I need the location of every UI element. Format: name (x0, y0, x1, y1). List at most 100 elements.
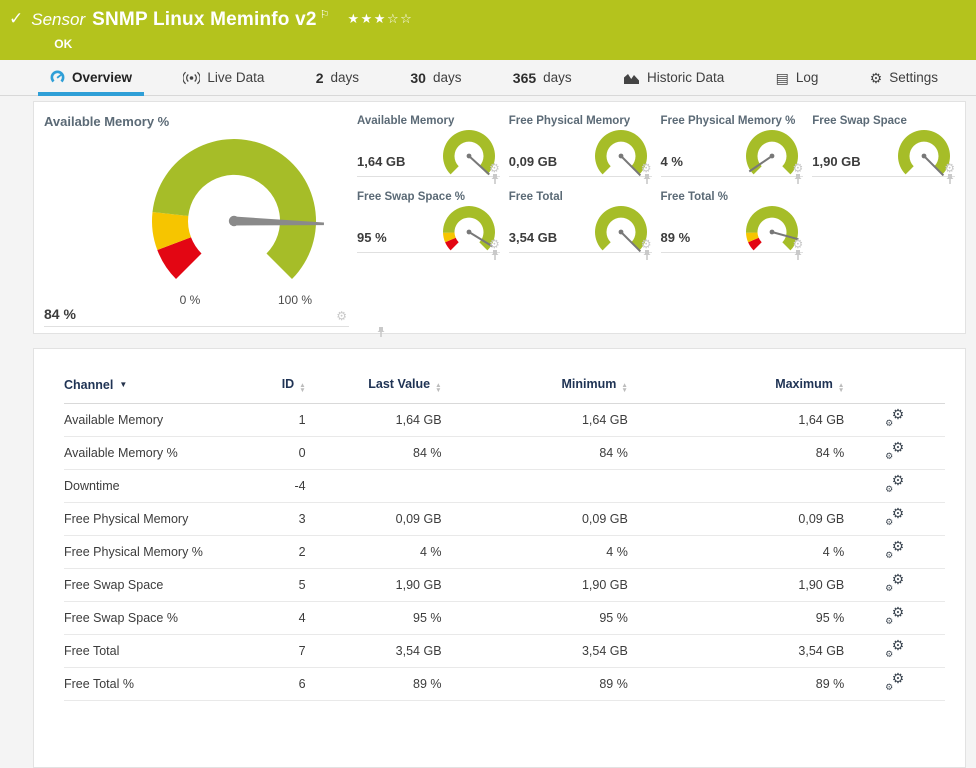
tab-label: Overview (72, 70, 133, 85)
cell-channel: Free Physical Memory (64, 502, 236, 536)
channel-settings-icon[interactable]: ⚙ ⚙ (885, 473, 904, 494)
cell-id: 6 (235, 667, 306, 701)
table-row[interactable]: Free Total 7 3,54 GB 3,54 GB 3,54 GB ⚙ ⚙ (64, 634, 945, 668)
column-label: ID (281, 377, 295, 391)
sort-arrows-icon[interactable]: ▲ ▼ (435, 382, 441, 394)
pin-icon[interactable] (376, 326, 386, 338)
column-header-last-value[interactable]: Last Value ▲ ▼ (305, 373, 442, 404)
gauge-segment-green (594, 206, 647, 251)
cell-maximum: 89 % (627, 667, 845, 701)
main-gauge-value: 84 % (44, 306, 76, 322)
pin-icon[interactable] (490, 249, 500, 261)
pin-icon[interactable] (642, 249, 652, 261)
channel-settings-icon[interactable]: ⚙ ⚙ (885, 407, 904, 428)
channel-settings-icon[interactable]: ⚙ ⚙ (885, 638, 904, 659)
tab-historic-data[interactable]: Historic Data (621, 60, 726, 95)
cell-minimum: 95 % (441, 601, 628, 635)
tab-365-days[interactable]: 365 days (511, 60, 574, 95)
pin-icon[interactable] (945, 173, 955, 185)
gauge-needle-hub (769, 229, 775, 235)
sort-caret-icon[interactable]: ▼ (119, 380, 127, 389)
channel-settings-icon[interactable]: ⚙ ⚙ (885, 572, 904, 593)
column-header-channel[interactable]: Channel ▼ (64, 373, 236, 404)
gauge-cell-free-total[interactable]: Free Total 3,54 GB ⚙ (508, 191, 652, 260)
table-row[interactable]: Free Swap Space 5 1,90 GB 1,90 GB 1,90 GB ⚙ ⚙ (64, 568, 945, 602)
gauge-value: 0,09 GB (508, 154, 558, 169)
cell-last-value: 4 % (305, 535, 442, 569)
channel-settings-icon[interactable]: ⚙ ⚙ (885, 440, 904, 461)
cell-maximum: 0,09 GB (627, 502, 845, 536)
table-row[interactable]: Downtime -4 ⚙ ⚙ (64, 469, 945, 503)
gauge-value: 1,90 GB (812, 154, 861, 169)
channel-settings-icon[interactable]: ⚙ ⚙ (885, 605, 904, 626)
table-row[interactable]: Available Memory % 0 84 % 84 % 84 % ⚙ ⚙ (64, 436, 945, 470)
tab-live-data[interactable]: Live Data (181, 60, 266, 95)
column-label: Minimum (561, 377, 617, 391)
priority-stars[interactable]: ★★★☆☆ (348, 8, 414, 30)
main-gauge[interactable] (84, 126, 364, 316)
pin-icon[interactable] (793, 173, 803, 185)
column-header-minimum[interactable]: Minimum ▲ ▼ (441, 373, 628, 404)
gauge-cell-available-memory[interactable]: Available Memory 1,64 GB ⚙ (357, 115, 500, 184)
tab-log[interactable]: ▤ Log (774, 60, 821, 95)
main-gauge-cell[interactable]: Available Memory % 0 % 100 % 84 % ⚙ (44, 110, 385, 337)
cell-last-value: 3,54 GB (305, 634, 442, 668)
cell-minimum: 4 % (441, 535, 628, 569)
channel-table: Channel ▼ ID ▲ ▼ Last Value ▲ ▼ Minimum ▲ ▼ Maximum… (64, 373, 945, 701)
sensor-status-badge: OK (54, 37, 73, 51)
tab-label: days (330, 70, 360, 85)
gauges-panel: Available Memory % 0 % 100 % 84 % ⚙ Avai… (33, 101, 966, 337)
gauge-cell-free-swap-space-pct[interactable]: Free Swap Space % 95 % ⚙ (357, 191, 500, 260)
cell-minimum: 3,54 GB (441, 634, 628, 668)
table-row[interactable]: Free Swap Space % 4 95 % 95 % 95 % ⚙ ⚙ (64, 601, 945, 635)
sort-arrows-icon[interactable]: ▲ ▼ (621, 382, 627, 394)
gauge-segment-green (442, 130, 495, 175)
tab-2-days[interactable]: 2 days (314, 60, 361, 95)
column-label: Maximum (775, 377, 833, 391)
gauge-needle-hub (466, 229, 472, 235)
tab-number: 365 (512, 69, 537, 86)
gauge-value: 3,54 GB (508, 230, 558, 245)
cell-id: 1 (235, 403, 306, 437)
tab-settings[interactable]: ⚙ Settings (868, 60, 940, 95)
cell-channel: Free Total (64, 634, 236, 668)
flag-icon[interactable]: ⚐ (320, 4, 330, 26)
tab-30-days[interactable]: 30 days (408, 60, 463, 95)
historic-data-icon (623, 73, 639, 84)
table-row[interactable]: Free Physical Memory 3 0,09 GB 0,09 GB 0,09 … (64, 502, 945, 536)
gauge-cell-free-physical-memory[interactable]: Free Physical Memory 0,09 GB ⚙ (508, 115, 652, 184)
table-row[interactable]: Free Total % 6 89 % 89 % 89 % ⚙ ⚙ (64, 667, 945, 701)
column-header-id[interactable]: ID ▲ ▼ (235, 373, 306, 404)
channel-settings-icon[interactable]: ⚙ ⚙ (885, 539, 904, 560)
broadcast-icon (183, 71, 201, 84)
gauge-cell-free-physical-memory-pct[interactable]: Free Physical Memory % 4 % ⚙ (660, 115, 804, 184)
channel-settings-icon[interactable]: ⚙ ⚙ (885, 506, 904, 527)
sort-arrows-icon[interactable]: ▲ ▼ (838, 382, 844, 394)
pin-icon[interactable] (793, 249, 803, 261)
cell-channel: Free Total % (64, 667, 236, 701)
cell-maximum: 84 % (627, 436, 845, 470)
channel-settings-icon[interactable]: ⚙ ⚙ (885, 671, 904, 692)
status-check-icon: ✓ (9, 9, 24, 28)
cell-channel: Free Swap Space % (64, 601, 236, 635)
tab-number: 30 (410, 69, 426, 86)
table-row[interactable]: Available Memory 1 1,64 GB 1,64 GB 1,64 GB ⚙ ⚙ (64, 403, 945, 437)
pin-icon[interactable] (642, 173, 652, 185)
gear-icon[interactable]: ⚙ (336, 310, 347, 322)
pin-icon[interactable] (490, 173, 500, 185)
sort-arrows-icon[interactable]: ▲ ▼ (299, 382, 305, 394)
cell-minimum: 1,90 GB (441, 568, 628, 602)
column-header-tools (844, 373, 945, 404)
column-header-maximum[interactable]: Maximum ▲ ▼ (627, 373, 845, 404)
cell-maximum: 1,64 GB (627, 403, 845, 437)
cell-id: -4 (235, 469, 306, 503)
gauge-cell-free-swap-space[interactable]: Free Swap Space 1,90 GB ⚙ (812, 115, 955, 184)
gauge-cell-free-total-pct[interactable]: Free Total % 89 % ⚙ (660, 191, 804, 260)
cell-id: 0 (235, 436, 306, 470)
channels-panel: Channel ▼ ID ▲ ▼ Last Value ▲ ▼ Minimum ▲ ▼ Maximum… (33, 348, 966, 768)
small-gauges-grid: Available Memory 1,64 GB ⚙ Free Physical Me… (357, 115, 955, 325)
gauge-needle-hub (618, 153, 623, 159)
table-row[interactable]: Free Physical Memory % 2 4 % 4 % 4 % ⚙ ⚙ (64, 535, 945, 569)
tab-bar: Overview Live Data 2 days 30 days 365 days Histo… (0, 60, 976, 96)
tab-overview[interactable]: Overview (37, 60, 145, 96)
